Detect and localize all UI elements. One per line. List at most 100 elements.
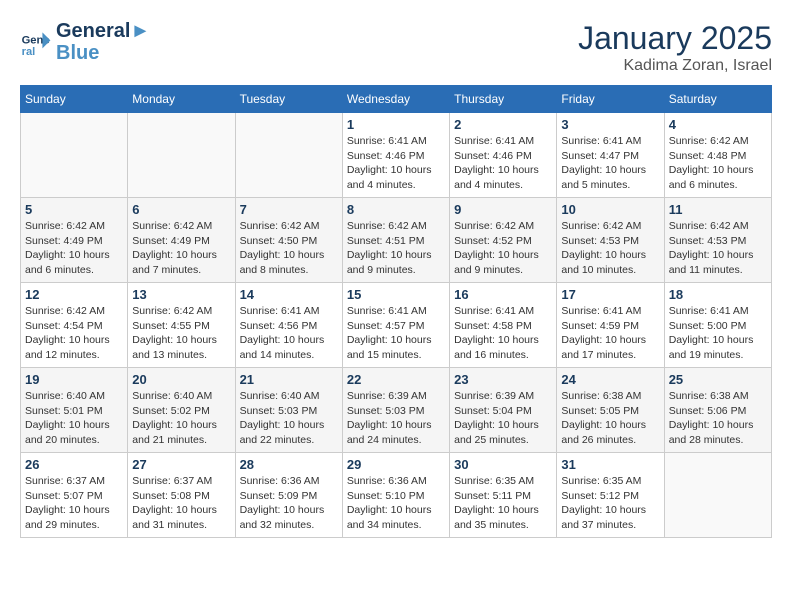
day-info: Sunrise: 6:35 AM Sunset: 5:11 PM Dayligh… xyxy=(454,474,552,533)
calendar-cell xyxy=(128,113,235,198)
calendar-cell: 31Sunrise: 6:35 AM Sunset: 5:12 PM Dayli… xyxy=(557,453,664,538)
day-number: 24 xyxy=(561,372,659,387)
calendar-cell: 21Sunrise: 6:40 AM Sunset: 5:03 PM Dayli… xyxy=(235,368,342,453)
calendar-cell: 24 Sunrise: 6:38 AM Sunset: 5:05 PM Dayli… xyxy=(557,368,664,453)
location: Kadima Zoran, Israel xyxy=(578,57,772,75)
day-number: 9 xyxy=(454,202,552,217)
day-info: Sunrise: 6:38 AM Sunset: 5:06 PM Dayligh… xyxy=(669,389,767,448)
day-info: Sunrise: 6:38 AM Sunset: 5:05 PM Dayligh… xyxy=(561,389,659,448)
calendar-cell: 15 Sunrise: 6:41 AM Sunset: 4:57 PM Dayli… xyxy=(342,283,449,368)
day-info: Sunrise: 6:41 AM Sunset: 4:46 PM Dayligh… xyxy=(454,134,552,193)
calendar-cell: 25 Sunrise: 6:38 AM Sunset: 5:06 PM Dayli… xyxy=(664,368,771,453)
weekday-header: Friday xyxy=(557,86,664,113)
day-info: Sunrise: 6:41 AM Sunset: 4:46 PM Dayligh… xyxy=(347,134,445,193)
calendar-cell: 19 Sunrise: 6:40 AM Sunset: 5:01 PM Dayli… xyxy=(21,368,128,453)
day-number: 25 xyxy=(669,372,767,387)
weekday-header-row: SundayMondayTuesdayWednesdayThursdayFrid… xyxy=(21,86,772,113)
day-info: Sunrise: 6:37 AM Sunset: 5:07 PM Dayligh… xyxy=(25,474,123,533)
day-info: Sunrise: 6:35 AM Sunset: 5:12 PM Dayligh… xyxy=(561,474,659,533)
calendar-cell: 3 Sunrise: 6:41 AM Sunset: 4:47 PM Daylig… xyxy=(557,113,664,198)
day-info: Sunrise: 6:42 AM Sunset: 4:52 PM Dayligh… xyxy=(454,219,552,278)
calendar-table: SundayMondayTuesdayWednesdayThursdayFrid… xyxy=(20,85,772,538)
day-number: 7 xyxy=(240,202,338,217)
day-number: 6 xyxy=(132,202,230,217)
day-info: Sunrise: 6:37 AM Sunset: 5:08 PM Dayligh… xyxy=(132,474,230,533)
logo-line2: Blue xyxy=(56,42,150,64)
day-number: 11 xyxy=(669,202,767,217)
day-info: Sunrise: 6:40 AM Sunset: 5:02 PM Dayligh… xyxy=(132,389,230,448)
month-title: January 2025 xyxy=(578,20,772,57)
day-number: 13 xyxy=(132,287,230,302)
calendar-cell: 1 Sunrise: 6:41 AM Sunset: 4:46 PM Daylig… xyxy=(342,113,449,198)
day-number: 4 xyxy=(669,117,767,132)
day-info: Sunrise: 6:39 AM Sunset: 5:03 PM Dayligh… xyxy=(347,389,445,448)
day-info: Sunrise: 6:36 AM Sunset: 5:10 PM Dayligh… xyxy=(347,474,445,533)
calendar-cell: 10Sunrise: 6:42 AM Sunset: 4:53 PM Dayli… xyxy=(557,198,664,283)
day-info: Sunrise: 6:42 AM Sunset: 4:49 PM Dayligh… xyxy=(25,219,123,278)
day-info: Sunrise: 6:41 AM Sunset: 4:56 PM Dayligh… xyxy=(240,304,338,363)
calendar-cell: 11Sunrise: 6:42 AM Sunset: 4:53 PM Dayli… xyxy=(664,198,771,283)
calendar-cell: 13Sunrise: 6:42 AM Sunset: 4:55 PM Dayli… xyxy=(128,283,235,368)
calendar-cell xyxy=(21,113,128,198)
day-info: Sunrise: 6:41 AM Sunset: 5:00 PM Dayligh… xyxy=(669,304,767,363)
weekday-header: Monday xyxy=(128,86,235,113)
day-number: 3 xyxy=(561,117,659,132)
calendar-cell: 6 Sunrise: 6:42 AM Sunset: 4:49 PM Daylig… xyxy=(128,198,235,283)
calendar-cell: 27 Sunrise: 6:37 AM Sunset: 5:08 PM Dayli… xyxy=(128,453,235,538)
day-info: Sunrise: 6:42 AM Sunset: 4:50 PM Dayligh… xyxy=(240,219,338,278)
calendar-week-row: 1 Sunrise: 6:41 AM Sunset: 4:46 PM Daylig… xyxy=(21,113,772,198)
logo: Gene ral General► Blue xyxy=(20,20,150,64)
calendar-cell: 28 Sunrise: 6:36 AM Sunset: 5:09 PM Dayli… xyxy=(235,453,342,538)
svg-text:ral: ral xyxy=(22,46,36,58)
calendar-cell: 12Sunrise: 6:42 AM Sunset: 4:54 PM Dayli… xyxy=(21,283,128,368)
day-info: Sunrise: 6:41 AM Sunset: 4:58 PM Dayligh… xyxy=(454,304,552,363)
day-info: Sunrise: 6:41 AM Sunset: 4:59 PM Dayligh… xyxy=(561,304,659,363)
calendar-cell: 29 Sunrise: 6:36 AM Sunset: 5:10 PM Dayli… xyxy=(342,453,449,538)
calendar-cell: 23 Sunrise: 6:39 AM Sunset: 5:04 PM Dayli… xyxy=(450,368,557,453)
day-info: Sunrise: 6:41 AM Sunset: 4:47 PM Dayligh… xyxy=(561,134,659,193)
calendar-cell xyxy=(235,113,342,198)
day-info: Sunrise: 6:42 AM Sunset: 4:49 PM Dayligh… xyxy=(132,219,230,278)
weekday-header: Saturday xyxy=(664,86,771,113)
weekday-header: Sunday xyxy=(21,86,128,113)
calendar-cell: 30 Sunrise: 6:35 AM Sunset: 5:11 PM Dayli… xyxy=(450,453,557,538)
day-number: 1 xyxy=(347,117,445,132)
day-number: 17 xyxy=(561,287,659,302)
day-number: 14 xyxy=(240,287,338,302)
day-info: Sunrise: 6:41 AM Sunset: 4:57 PM Dayligh… xyxy=(347,304,445,363)
calendar-cell xyxy=(664,453,771,538)
day-number: 26 xyxy=(25,457,123,472)
weekday-header: Wednesday xyxy=(342,86,449,113)
day-number: 19 xyxy=(25,372,123,387)
calendar-cell: 7 Sunrise: 6:42 AM Sunset: 4:50 PM Daylig… xyxy=(235,198,342,283)
page-header: Gene ral General► Blue January 2025 Kadi… xyxy=(20,20,772,75)
day-info: Sunrise: 6:42 AM Sunset: 4:48 PM Dayligh… xyxy=(669,134,767,193)
day-info: Sunrise: 6:39 AM Sunset: 5:04 PM Dayligh… xyxy=(454,389,552,448)
day-number: 12 xyxy=(25,287,123,302)
day-number: 29 xyxy=(347,457,445,472)
day-number: 30 xyxy=(454,457,552,472)
weekday-header: Tuesday xyxy=(235,86,342,113)
day-number: 2 xyxy=(454,117,552,132)
logo-line1: General► xyxy=(56,20,150,42)
day-number: 28 xyxy=(240,457,338,472)
day-number: 18 xyxy=(669,287,767,302)
calendar-week-row: 5Sunrise: 6:42 AM Sunset: 4:49 PM Daylig… xyxy=(21,198,772,283)
calendar-week-row: 19 Sunrise: 6:40 AM Sunset: 5:01 PM Dayli… xyxy=(21,368,772,453)
day-number: 21 xyxy=(240,372,338,387)
day-number: 23 xyxy=(454,372,552,387)
calendar-week-row: 26 Sunrise: 6:37 AM Sunset: 5:07 PM Dayli… xyxy=(21,453,772,538)
day-info: Sunrise: 6:36 AM Sunset: 5:09 PM Dayligh… xyxy=(240,474,338,533)
title-block: January 2025 Kadima Zoran, Israel xyxy=(578,20,772,75)
day-number: 27 xyxy=(132,457,230,472)
day-number: 8 xyxy=(347,202,445,217)
logo-icon: Gene ral xyxy=(20,26,52,58)
day-info: Sunrise: 6:40 AM Sunset: 5:01 PM Dayligh… xyxy=(25,389,123,448)
calendar-cell: 14 Sunrise: 6:41 AM Sunset: 4:56 PM Dayli… xyxy=(235,283,342,368)
day-number: 22 xyxy=(347,372,445,387)
calendar-cell: 8Sunrise: 6:42 AM Sunset: 4:51 PM Daylig… xyxy=(342,198,449,283)
calendar-cell: 2 Sunrise: 6:41 AM Sunset: 4:46 PM Daylig… xyxy=(450,113,557,198)
calendar-cell: 9 Sunrise: 6:42 AM Sunset: 4:52 PM Daylig… xyxy=(450,198,557,283)
calendar-cell: 26 Sunrise: 6:37 AM Sunset: 5:07 PM Dayli… xyxy=(21,453,128,538)
day-number: 15 xyxy=(347,287,445,302)
